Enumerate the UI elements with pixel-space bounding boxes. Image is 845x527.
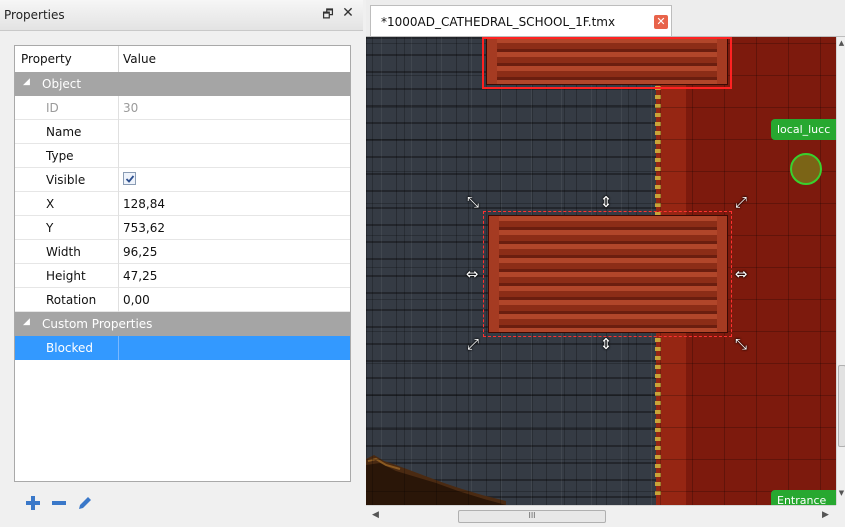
- table-header: Property Value: [15, 46, 350, 73]
- add-property-button[interactable]: [24, 494, 42, 512]
- vertical-scroll-thumb[interactable]: [838, 365, 845, 447]
- row-key: Rotation: [46, 293, 97, 307]
- row-y[interactable]: Y 753,62: [15, 216, 350, 240]
- group-object-label: Object: [42, 77, 82, 91]
- plus-icon: [26, 496, 40, 510]
- expanded-triangle-icon[interactable]: ◢: [23, 317, 30, 327]
- header-property[interactable]: Property: [21, 52, 72, 66]
- map-editor: *1000AD_CATHEDRAL_SCHOOL_1F.tmx ✕ ⤡ ⇕ ⤢ …: [366, 0, 845, 527]
- horizontal-scrollbar[interactable]: ◀ III ▶: [366, 505, 836, 527]
- pencil-icon: [79, 497, 91, 509]
- minus-icon: [52, 501, 66, 505]
- row-key: Name: [46, 125, 82, 139]
- group-object[interactable]: ◢ Object: [15, 72, 350, 96]
- resize-handle-n-icon[interactable]: ⇕: [597, 193, 615, 211]
- horizontal-scroll-thumb[interactable]: III: [458, 510, 606, 523]
- row-value[interactable]: 96,25: [123, 245, 157, 259]
- map-canvas[interactable]: ⤡ ⇕ ⤢ ⇔ ⇔ ⤢ ⇕ ⤡ local_lucc Entrance: [366, 37, 836, 505]
- properties-title: Properties: [4, 8, 65, 22]
- scroll-down-icon[interactable]: ▼: [837, 489, 845, 497]
- scroll-right-icon[interactable]: ▶: [822, 510, 829, 520]
- expanded-triangle-icon[interactable]: ◢: [23, 77, 30, 87]
- rename-property-button[interactable]: [76, 494, 94, 512]
- visible-checkbox[interactable]: [123, 172, 136, 185]
- resize-handle-w-icon[interactable]: ⇔: [463, 265, 481, 283]
- object-label-entrance[interactable]: Entrance: [771, 490, 836, 505]
- resize-handle-nw-icon[interactable]: ⤡: [464, 193, 482, 211]
- row-value[interactable]: 47,25: [123, 269, 157, 283]
- properties-panel: Properties 🗗 ✕ Property Value ◢ Object I…: [0, 0, 363, 526]
- row-name[interactable]: Name: [15, 120, 350, 144]
- remove-property-button[interactable]: [50, 494, 68, 512]
- group-custom-properties[interactable]: ◢ Custom Properties: [15, 312, 350, 336]
- scroll-up-icon[interactable]: ▲: [837, 39, 845, 47]
- ellipse-object[interactable]: [790, 153, 822, 185]
- document-tabbar: *1000AD_CATHEDRAL_SCHOOL_1F.tmx ✕: [366, 0, 845, 37]
- selection-outline: [483, 211, 732, 337]
- row-type[interactable]: Type: [15, 144, 350, 168]
- row-key: ID: [46, 101, 59, 115]
- row-key: Y: [46, 221, 54, 235]
- checkmark-icon: [125, 175, 135, 183]
- properties-titlebar: Properties 🗗 ✕: [0, 0, 363, 31]
- vertical-scrollbar[interactable]: ▲ ▼: [836, 37, 845, 505]
- row-id[interactable]: ID 30: [15, 96, 350, 120]
- object-label-local[interactable]: local_lucc: [771, 119, 836, 140]
- properties-table: Property Value ◢ Object ID 30 Name Type …: [14, 45, 351, 482]
- row-key: X: [46, 197, 55, 211]
- resize-handle-ne-icon[interactable]: ⤢: [732, 193, 750, 211]
- row-visible[interactable]: Visible: [15, 168, 350, 192]
- resize-handle-se-icon[interactable]: ⤡: [732, 335, 750, 353]
- resize-handle-s-icon[interactable]: ⇕: [597, 335, 615, 353]
- row-key: Height: [46, 269, 86, 283]
- scroll-left-icon[interactable]: ◀: [372, 510, 379, 520]
- row-key: Width: [46, 245, 81, 259]
- float-button[interactable]: 🗗: [320, 6, 336, 22]
- resize-handle-e-icon[interactable]: ⇔: [732, 265, 750, 283]
- tab-close-icon[interactable]: ✕: [654, 15, 668, 29]
- row-key: Type: [46, 149, 74, 163]
- resize-handle-sw-icon[interactable]: ⤢: [464, 335, 482, 353]
- document-tab[interactable]: *1000AD_CATHEDRAL_SCHOOL_1F.tmx ✕: [370, 5, 672, 36]
- header-value[interactable]: Value: [123, 52, 156, 66]
- object-outline: [482, 37, 732, 89]
- row-rotation[interactable]: Rotation 0,00: [15, 288, 350, 312]
- row-value: 30: [123, 101, 139, 115]
- row-blocked[interactable]: Blocked: [15, 336, 350, 360]
- row-height[interactable]: Height 47,25: [15, 264, 350, 288]
- row-width[interactable]: Width 96,25: [15, 240, 350, 264]
- close-button[interactable]: ✕: [340, 5, 356, 21]
- row-x[interactable]: X 128,84: [15, 192, 350, 216]
- group-custom-label: Custom Properties: [42, 317, 153, 331]
- document-tab-label: *1000AD_CATHEDRAL_SCHOOL_1F.tmx: [381, 15, 616, 29]
- row-key: Visible: [46, 173, 86, 187]
- row-value[interactable]: 128,84: [123, 197, 165, 211]
- row-value[interactable]: 0,00: [123, 293, 150, 307]
- row-key: Blocked: [46, 341, 94, 355]
- row-value[interactable]: 753,62: [123, 221, 165, 235]
